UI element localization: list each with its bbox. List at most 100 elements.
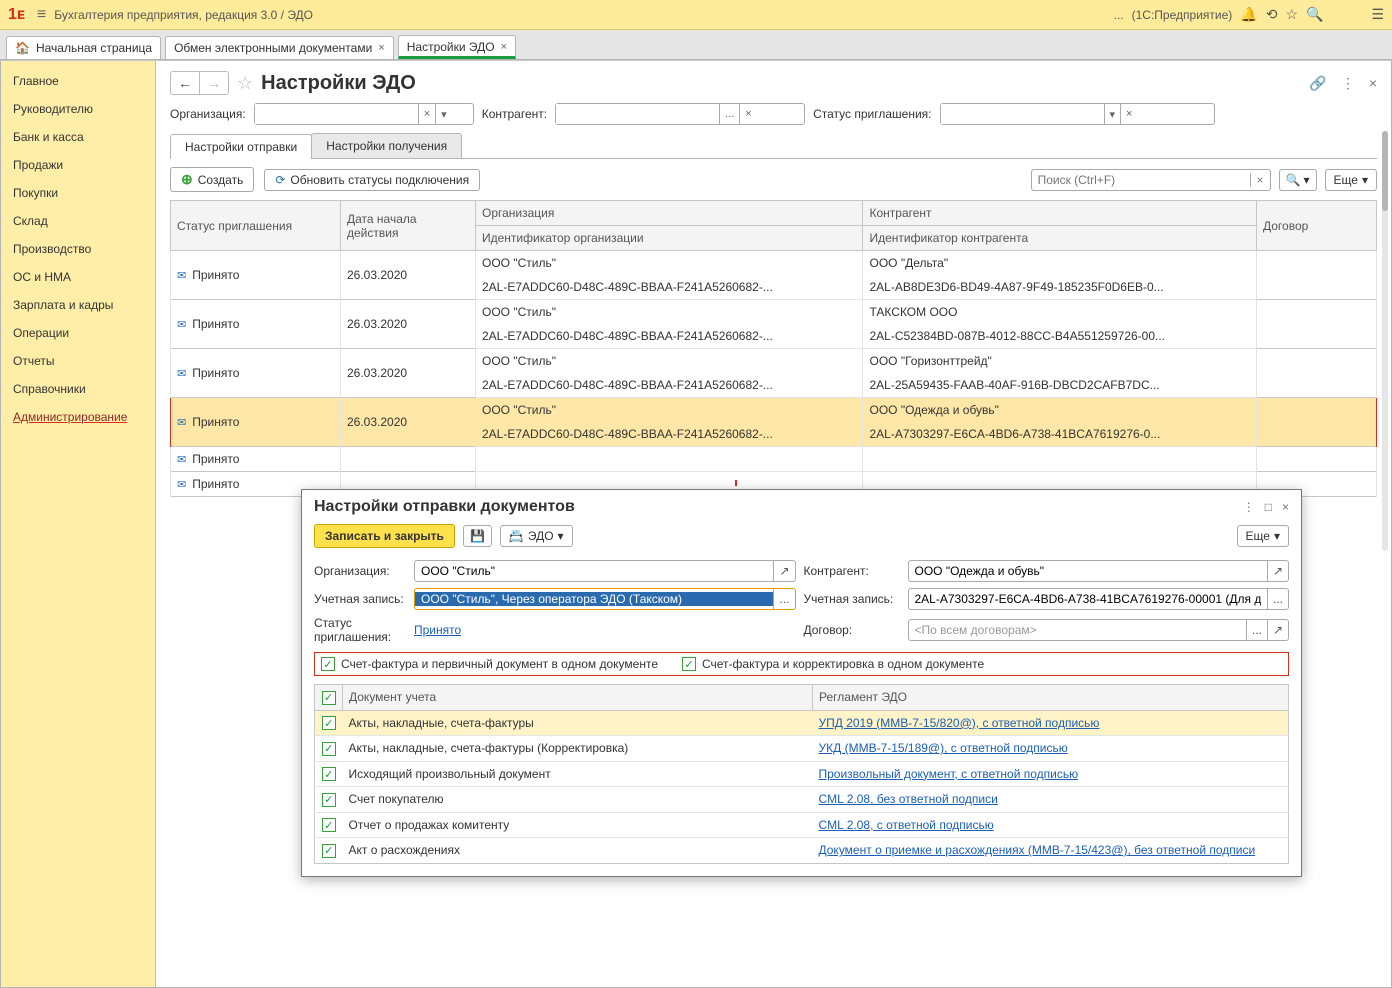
edo-dropdown[interactable]: 📇 ЭДО ▾ [500,525,573,547]
form-acct-input[interactable] [415,592,773,606]
checkbox-icon[interactable]: ✓ [682,657,696,671]
sidebar-item[interactable]: Производство [1,235,155,263]
data-table[interactable]: Статус приглашения Дата начала действия … [170,200,1377,497]
col-contr[interactable]: Контрагент [863,201,1257,226]
list-item[interactable]: ✓Акты, накладные, счета-фактурыУПД 2019 … [315,710,1289,736]
form-acct-field[interactable]: ... [414,588,796,610]
col-org[interactable]: Организация [476,201,863,226]
col-org-id[interactable]: Идентификатор организации [476,226,863,251]
scroll-thumb[interactable] [1382,131,1388,211]
more-icon[interactable]: ... [1246,620,1267,640]
status-link[interactable]: Принято [414,623,461,637]
sidebar-item-admin[interactable]: Администрирование [1,403,155,431]
form-contr-input[interactable] [909,564,1267,578]
status-filter[interactable]: ▾ × [940,103,1215,125]
clear-search-icon[interactable]: × [1250,173,1270,187]
contr-filter[interactable]: ... × [555,103,805,125]
clear-icon[interactable]: × [418,104,435,124]
col-check[interactable]: ✓ [315,685,343,711]
forward-icon[interactable]: → [200,72,228,94]
close-icon[interactable]: × [378,42,384,54]
table-row[interactable]: ✉Принято26.03.2020ООО "Стиль"ООО "Горизо… [171,349,1377,374]
clear-icon[interactable]: × [739,104,756,124]
sidebar-item[interactable]: Главное [1,67,155,95]
dropdown-icon[interactable]: ▾ [435,104,452,124]
table-row[interactable]: ✉Принято26.03.2020ООО "Стиль"ТАКСКОМ ООО [171,300,1377,325]
save-close-button[interactable]: Записать и закрыть [314,524,455,548]
contr-input[interactable] [556,104,719,124]
star-icon[interactable]: ☆ [1285,6,1298,23]
table-row[interactable]: ✉Принято26.03.2020ООО "Стиль"ООО "Одежда… [171,398,1377,423]
tab-exchange[interactable]: Обмен электронными документами × [165,36,394,59]
tab-settings[interactable]: Настройки ЭДО × [398,35,516,59]
form-org-input[interactable] [415,564,773,578]
menu-icon[interactable]: ≡ [37,6,46,24]
org-input[interactable] [255,104,418,124]
open-icon[interactable]: ↗ [1267,561,1288,581]
sidebar-item[interactable]: ОС и НМА [1,263,155,291]
col-contr-id[interactable]: Идентификатор контрагента [863,226,1257,251]
col-date[interactable]: Дата начала действия [341,201,476,251]
status-input[interactable] [941,104,1104,124]
table-row[interactable]: ✉Принято [171,447,1377,460]
tab-home[interactable]: 🏠 Начальная страница [6,36,161,59]
form-dog-field[interactable]: ... ↗ [908,619,1290,641]
list-item[interactable]: ✓Счет покупателюCML 2.08, без ответной п… [315,787,1289,813]
close-icon[interactable]: × [1369,75,1377,92]
open-icon[interactable]: ↗ [773,561,794,581]
checkbox-all-icon[interactable]: ✓ [322,691,336,705]
create-button[interactable]: ⊕ Создать [170,167,254,192]
reg-link[interactable]: CML 2.08, без ответной подписи [819,792,998,806]
checkbox-icon[interactable]: ✓ [321,657,335,671]
checkbox-icon[interactable]: ✓ [322,716,336,730]
star-outline-icon[interactable]: ☆ [237,73,253,94]
sidebar-item[interactable]: Отчеты [1,347,155,375]
search-button[interactable]: 🔍▾ [1279,169,1317,191]
refresh-button[interactable]: ⟳ Обновить статусы подключения [264,169,480,191]
checkbox-icon[interactable]: ✓ [322,767,336,781]
reg-link[interactable]: УКД (ММВ-7-15/189@), с ответной подписью [819,741,1068,755]
dropdown-icon[interactable]: ▾ [1104,104,1121,124]
more-button[interactable]: Еще▾ [1325,169,1377,191]
sidebar-item[interactable]: Склад [1,207,155,235]
close-icon[interactable]: × [501,41,507,53]
more-icon[interactable]: ... [719,104,739,124]
reg-link[interactable]: Документ о приемке и расхождениях (ММВ-7… [819,843,1256,857]
form-org-field[interactable]: ↗ [414,560,796,582]
sidebar-item[interactable]: Операции [1,319,155,347]
open-icon[interactable]: ↗ [1267,620,1288,640]
back-icon[interactable]: ← [171,72,200,94]
search-icon[interactable]: 🔍 [1306,6,1323,23]
modal-more-button[interactable]: Еще▾ [1237,525,1289,547]
sidebar-item[interactable]: Банк и касса [1,123,155,151]
checkbox-icon[interactable]: ✓ [322,742,336,756]
subtab-receive[interactable]: Настройки получения [311,133,462,158]
checkbox-icon[interactable]: ✓ [322,818,336,832]
col-reg[interactable]: Регламент ЭДО [813,685,1289,711]
col-dog[interactable]: Договор [1257,201,1377,251]
more-icon[interactable]: ... [1267,589,1288,609]
search-input[interactable] [1032,173,1250,187]
check2[interactable]: ✓ Счет-фактура и корректировка в одном д… [682,657,984,671]
filter-icon[interactable]: ☰ [1371,6,1384,23]
scrollbar[interactable] [1382,131,1388,551]
form-contr-field[interactable]: ↗ [908,560,1290,582]
col-doc[interactable]: Документ учета [343,685,813,711]
history-icon[interactable]: ⟲ [1266,6,1278,23]
reg-link[interactable]: CML 2.08, с ответной подписью [819,818,994,832]
reg-link[interactable]: УПД 2019 (ММВ-7-15/820@), с ответной под… [819,716,1100,730]
menu-dots-icon[interactable]: ⋮ [1243,500,1255,514]
checkbox-icon[interactable]: ✓ [322,793,336,807]
list-item[interactable]: ✓Отчет о продажах комитентуCML 2.08, с о… [315,812,1289,838]
topbar-ellipsis[interactable]: ... [1114,8,1124,22]
sidebar-item[interactable]: Покупки [1,179,155,207]
checkbox-icon[interactable]: ✓ [322,844,336,858]
sidebar-item[interactable]: Продажи [1,151,155,179]
menu-dots-icon[interactable]: ⋮ [1341,75,1355,92]
search-box[interactable]: × [1031,169,1271,191]
sidebar-item[interactable]: Зарплата и кадры [1,291,155,319]
link-icon[interactable]: 🔗 [1309,75,1326,92]
list-item[interactable]: ✓Исходящий произвольный документПроизвол… [315,761,1289,787]
sidebar-item[interactable]: Руководителю [1,95,155,123]
subtab-send[interactable]: Настройки отправки [170,134,312,159]
